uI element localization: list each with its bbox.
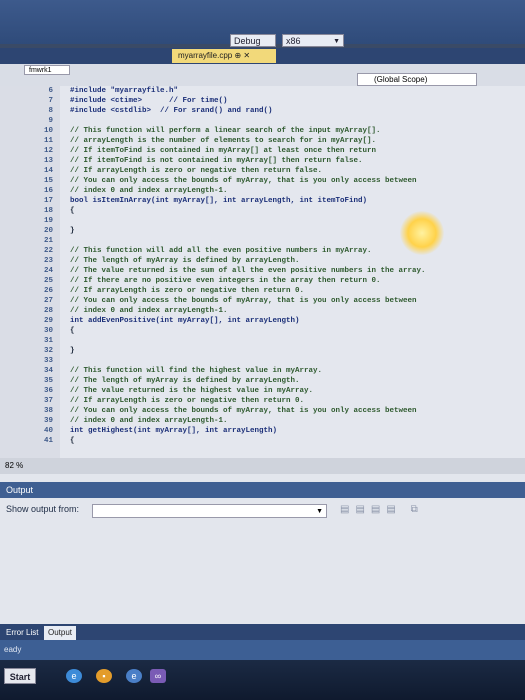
explorer-icon[interactable]: e [126, 669, 142, 683]
start-button[interactable]: Start [4, 668, 36, 684]
document-tabbar: myarrayfile.cpp ⊕ ✕ [0, 48, 525, 64]
status-text: eady [4, 645, 22, 654]
start-label: Start [9, 672, 31, 682]
toolbar: Debug x86 ▼ [0, 0, 525, 47]
config-value: Debug [234, 36, 261, 46]
output-source-select[interactable]: ▼ [92, 504, 327, 518]
global-scope-dropdown[interactable]: (Global Scope) [357, 73, 477, 86]
status-bar: eady [0, 640, 525, 660]
platform-dropdown[interactable]: x86 ▼ [282, 34, 344, 47]
chevron-down-icon: ▼ [333, 38, 340, 45]
folder-icon[interactable]: ▪ [96, 669, 112, 683]
code-line[interactable]: 41 { [0, 436, 525, 447]
output-panel-header: Output [0, 482, 525, 498]
output-toolbar-icons[interactable]: ▤▤▤▤ ⧉ [340, 504, 424, 515]
taskbar: Start e ▪ e ∞ [0, 660, 525, 700]
zoom-level[interactable]: 82 % [0, 458, 525, 474]
light-glare [400, 211, 444, 255]
platform-value: x86 [286, 36, 301, 46]
tab-output[interactable]: Output [44, 626, 77, 640]
bottom-tabbar: Error List Output [0, 624, 525, 640]
code-editor[interactable]: 6 #include "myarrayfile.h" 7 #include <ctim… [0, 86, 525, 458]
tab-label: myarrayfile.cpp ⊕ ✕ [178, 51, 251, 60]
output-title: Output [6, 485, 34, 495]
visual-studio-icon[interactable]: ∞ [150, 669, 166, 683]
tab-error-list[interactable]: Error List [2, 626, 42, 640]
browser-icon[interactable]: e [66, 669, 82, 683]
show-output-from-label: Show output from: [6, 504, 80, 514]
code-lines: 6 #include "myarrayfile.h" 7 #include <ctim… [0, 86, 525, 458]
tab-output-label: Output [48, 628, 73, 637]
line-number: 41 [43, 437, 53, 445]
navigation-bar: fmwrk1 (Global Scope) [0, 64, 525, 87]
config-dropdown[interactable]: Debug [230, 34, 276, 47]
project-scope-value: fmwrk1 [29, 67, 52, 74]
project-scope-dropdown[interactable]: fmwrk1 [24, 65, 70, 75]
chevron-down-icon: ▼ [316, 508, 323, 515]
zoom-value: 82 % [5, 461, 24, 470]
output-panel: Output Show output from: ▼ ▤▤▤▤ ⧉ [0, 474, 525, 624]
global-scope-value: (Global Scope) [374, 75, 428, 84]
code-text: { [70, 437, 75, 445]
tab-error-list-label: Error List [6, 628, 39, 637]
tab-myarrayfile[interactable]: myarrayfile.cpp ⊕ ✕ [172, 49, 276, 63]
